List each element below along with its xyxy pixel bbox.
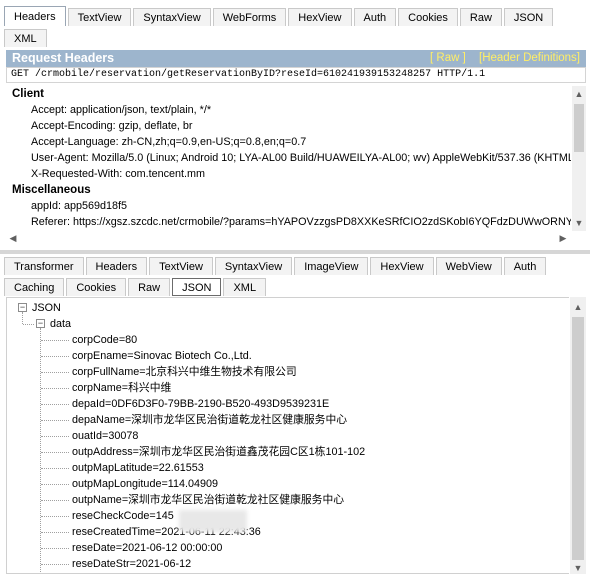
- header-definitions-link[interactable]: [Header Definitions]: [479, 52, 580, 64]
- header-row[interactable]: User-Agent: Mozilla/5.0 (Linux; Android …: [6, 150, 571, 166]
- json-data-node[interactable]: data: [50, 316, 71, 332]
- chevron-up-icon[interactable]: ▲: [572, 89, 586, 99]
- tab-webforms[interactable]: WebForms: [212, 8, 287, 26]
- headers-horizontal-scrollbar[interactable]: ◀ ▶: [6, 232, 571, 244]
- tab-transformer[interactable]: Transformer: [4, 257, 84, 275]
- response-inspector-tabs: Transformer Headers TextView SyntaxView Imag…: [4, 254, 548, 275]
- header-row[interactable]: Accept: application/json, text/plain, */…: [6, 102, 571, 118]
- json-property[interactable]: outpMapLatitude=22.61553: [72, 460, 204, 476]
- tab-auth[interactable]: Auth: [353, 8, 397, 26]
- tree-connector-line: [40, 328, 41, 572]
- json-property[interactable]: corpFullName=北京科兴中维生物技术有限公司: [72, 364, 297, 380]
- header-group-miscellaneous[interactable]: Miscellaneous: [6, 182, 571, 198]
- tree-connector-line: [41, 532, 69, 533]
- tree-connector-line: [22, 312, 23, 324]
- scrollbar-thumb[interactable]: [572, 317, 584, 560]
- header-row[interactable]: X-Requested-With: com.tencent.mm: [6, 166, 571, 182]
- tab-webview[interactable]: WebView: [435, 257, 502, 275]
- tab-imageview[interactable]: ImageView: [294, 257, 369, 275]
- json-property[interactable]: ouatId=30078: [72, 428, 138, 444]
- json-property[interactable]: depaName=深圳市龙华区民治街道乾龙社区健康服务中心: [72, 412, 347, 428]
- tree-connector-line: [41, 452, 69, 453]
- raw-link[interactable]: [ Raw ]: [430, 52, 466, 64]
- headers-vertical-scrollbar[interactable]: ▲ ▼: [572, 86, 586, 231]
- chevron-left-icon[interactable]: ◀: [6, 233, 20, 243]
- minus-box-icon[interactable]: −: [18, 303, 27, 312]
- request-inspector-tabs-row2: XML: [4, 26, 49, 47]
- json-property[interactable]: outpMapLongitude=114.04909: [72, 476, 218, 492]
- header-row[interactable]: Referer: https://xgsz.szcdc.net/crmobile…: [6, 214, 571, 230]
- header-row[interactable]: Accept-Language: zh-CN,zh;q=0.9,en-US;q=…: [6, 134, 571, 150]
- json-property[interactable]: reseDateStr=2021-06-12: [72, 556, 191, 572]
- tab-cookies[interactable]: Cookies: [66, 278, 127, 296]
- json-property[interactable]: reseCheckCode=145: [72, 508, 174, 524]
- json-property[interactable]: depaId=0DF6D3F0-79BB-2190-B520-493D95392…: [72, 396, 329, 412]
- tab-hexview[interactable]: HexView: [370, 257, 434, 275]
- header-row[interactable]: appId: app569d18f5: [6, 198, 571, 214]
- tab-textview[interactable]: TextView: [149, 257, 213, 275]
- chevron-down-icon[interactable]: ▼: [571, 563, 585, 573]
- json-root-node[interactable]: JSON: [32, 300, 61, 316]
- tree-connector-line: [41, 436, 69, 437]
- tab-auth[interactable]: Auth: [503, 257, 547, 275]
- tab-hexview[interactable]: HexView: [288, 8, 352, 26]
- tree-connector-line: [41, 404, 69, 405]
- headers-list: Client Accept: application/json, text/pla…: [6, 86, 571, 231]
- json-tree-view: − JSON − data corpCode=80 corpEname=Sinovac B…: [6, 297, 569, 574]
- header-row[interactable]: Accept-Encoding: gzip, deflate, br: [6, 118, 571, 134]
- chevron-down-icon[interactable]: ▼: [572, 218, 586, 228]
- scrollbar-thumb[interactable]: [574, 104, 584, 152]
- tab-syntaxview[interactable]: SyntaxView: [133, 8, 211, 26]
- tree-connector-line: [41, 500, 69, 501]
- tab-json[interactable]: JSON: [503, 8, 554, 26]
- request-inspector-tabs: Headers TextView SyntaxView WebForms HexView…: [4, 5, 555, 26]
- json-property[interactable]: outpAddress=深圳市龙华区民治街道鑫茂花园C区1栋101-102: [72, 444, 365, 460]
- json-property[interactable]: corpName=科兴中维: [72, 380, 171, 396]
- tab-raw[interactable]: Raw: [459, 8, 502, 26]
- request-line[interactable]: GET /crmobile/reservation/getReservation…: [6, 67, 586, 83]
- tab-syntaxview[interactable]: SyntaxView: [214, 257, 293, 275]
- json-vertical-scrollbar[interactable]: ▲ ▼: [570, 297, 586, 574]
- tree-connector-line: [41, 372, 69, 373]
- request-headers-bar: Request Headers [ Raw ] [Header Definiti…: [6, 50, 586, 67]
- chevron-up-icon[interactable]: ▲: [571, 302, 585, 312]
- json-property[interactable]: corpEname=Sinovac Biotech Co.,Ltd.: [72, 348, 252, 364]
- tab-headers[interactable]: Headers: [4, 6, 66, 26]
- tree-connector-line: [23, 324, 34, 325]
- tree-connector-line: [41, 420, 69, 421]
- tab-headers[interactable]: Headers: [85, 257, 148, 275]
- tree-connector-line: [41, 388, 69, 389]
- response-inspector-tabs-row2: Caching Cookies Raw JSON XML: [4, 275, 268, 296]
- tree-connector-line: [41, 484, 69, 485]
- tab-xml[interactable]: XML: [4, 29, 47, 47]
- json-property[interactable]: reseDate=2021-06-12 00:00:00: [72, 540, 222, 556]
- request-headers-title: Request Headers: [12, 51, 115, 65]
- header-group-client[interactable]: Client: [6, 86, 571, 102]
- tree-connector-line: [41, 564, 69, 565]
- redaction-blur: [179, 510, 247, 532]
- minus-box-icon[interactable]: −: [36, 319, 45, 328]
- tree-connector-line: [41, 468, 69, 469]
- tree-connector-line: [41, 356, 69, 357]
- tree-connector-line: [41, 516, 69, 517]
- tree-connector-line: [41, 548, 69, 549]
- tab-cookies[interactable]: Cookies: [398, 8, 458, 26]
- tab-json[interactable]: JSON: [172, 278, 222, 296]
- tab-xml[interactable]: XML: [223, 278, 267, 296]
- tab-caching[interactable]: Caching: [4, 278, 65, 296]
- tab-textview[interactable]: TextView: [67, 8, 132, 26]
- json-property[interactable]: outpName=深圳市龙华区民治街道乾龙社区健康服务中心: [72, 492, 344, 508]
- tree-connector-line: [41, 340, 69, 341]
- chevron-right-icon[interactable]: ▶: [556, 233, 570, 243]
- json-property[interactable]: corpCode=80: [72, 332, 137, 348]
- tab-raw[interactable]: Raw: [128, 278, 171, 296]
